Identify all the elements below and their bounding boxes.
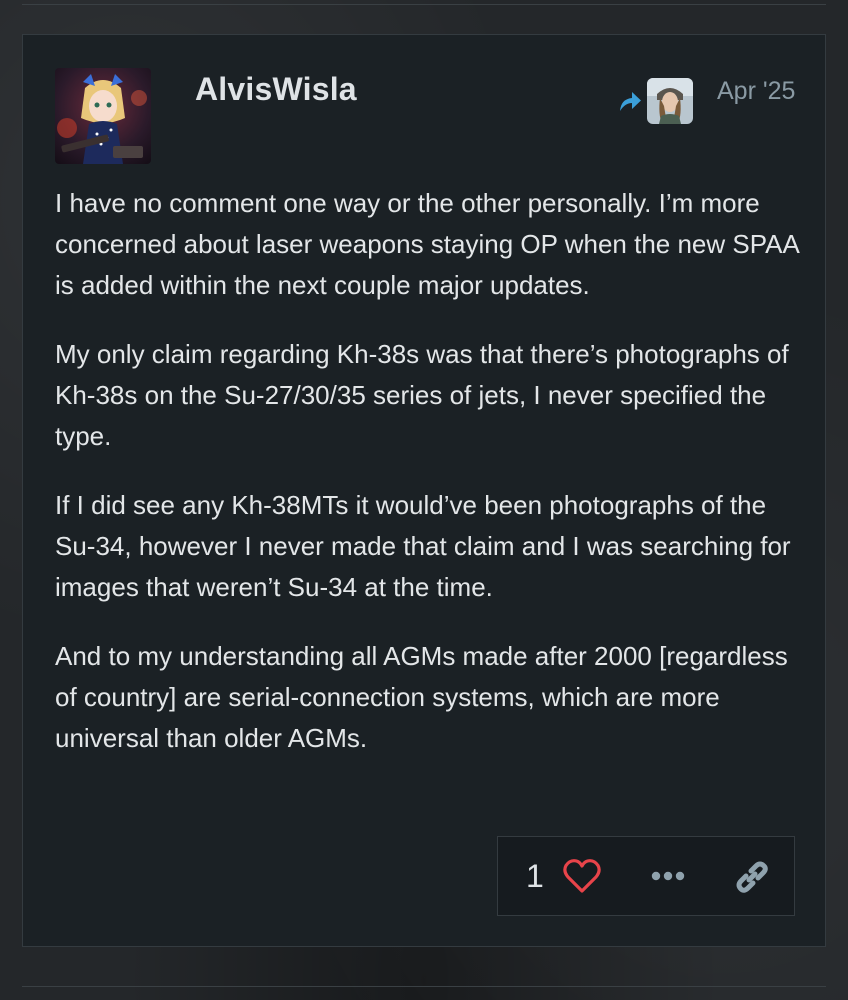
post-paragraph: And to my understanding all AGMs made af… [55, 641, 788, 753]
username[interactable]: AlvisWisla [195, 71, 357, 107]
ellipsis-icon[interactable] [648, 861, 688, 891]
post-paragraph: If I did see any Kh-38MTs it would’ve be… [55, 490, 791, 602]
link-icon[interactable] [732, 857, 772, 897]
bottom-divider [22, 986, 826, 987]
post-paragraph: I have no comment one way or the other p… [55, 188, 799, 300]
post-date[interactable]: Apr '25 [717, 75, 795, 107]
reply-user-avatar[interactable] [647, 78, 693, 124]
reply-arrow-icon [620, 92, 641, 111]
reply-to-indicator[interactable] [617, 78, 693, 124]
post-paragraph: My only claim regarding Kh-38s was that … [55, 339, 789, 451]
post-body: I have no comment one way or the other p… [55, 183, 803, 787]
top-divider [22, 4, 826, 5]
like-count[interactable]: 1 [526, 857, 544, 895]
forum-post: AlvisWisla Apr '25 I have no comment one… [22, 34, 826, 947]
heart-icon[interactable] [562, 857, 602, 895]
post-actions: 1 [497, 836, 795, 916]
user-avatar[interactable] [55, 68, 151, 164]
